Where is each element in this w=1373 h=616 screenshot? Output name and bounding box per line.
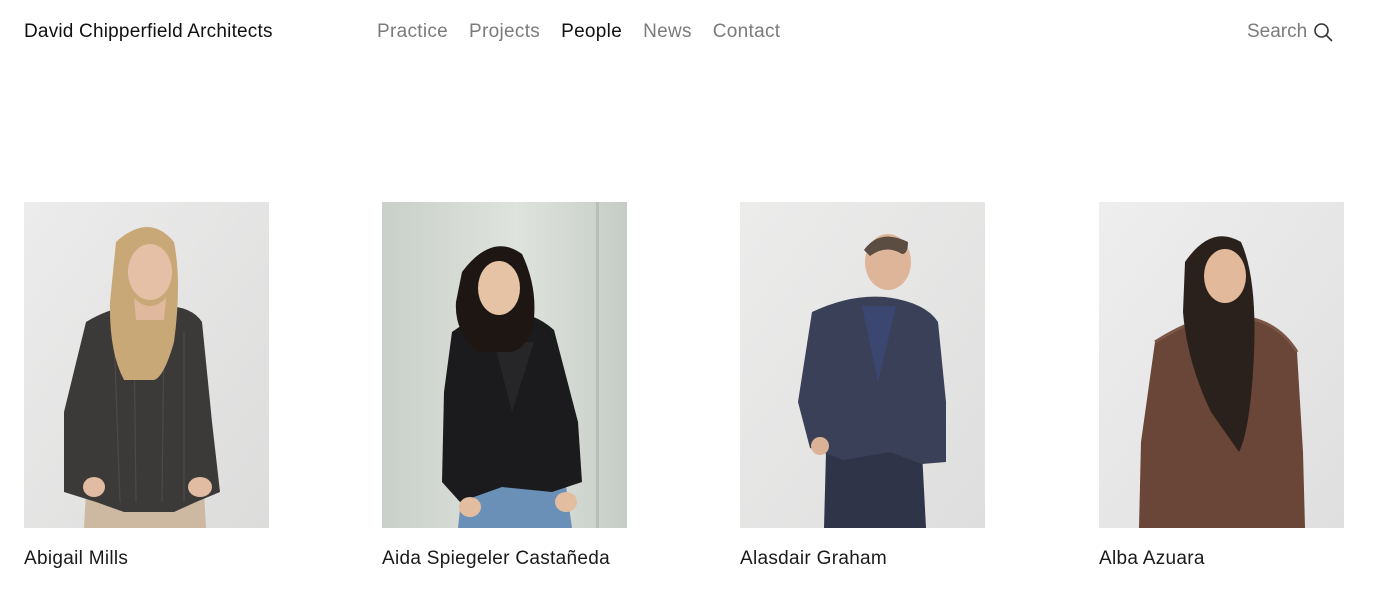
person-name[interactable]: Alasdair Graham [740, 548, 985, 570]
main-nav: Practice Projects People News Contact [377, 21, 780, 43]
person-name[interactable]: Abigail Mills [24, 548, 269, 570]
nav-item-news[interactable]: News [643, 21, 692, 43]
person-card[interactable]: Abigail Mills [24, 202, 269, 570]
search-label: Search [1247, 21, 1308, 42]
nav-item-contact[interactable]: Contact [713, 21, 781, 43]
brand-logo-link[interactable]: David Chipperfield Architects [24, 21, 273, 43]
person-photo[interactable] [740, 202, 985, 528]
person-card[interactable]: Aida Spiegeler Castañeda [382, 202, 627, 570]
person-card[interactable]: Alasdair Graham [740, 202, 985, 570]
nav-item-practice[interactable]: Practice [377, 21, 448, 43]
person-card[interactable]: Alba Azuara [1099, 202, 1344, 570]
person-photo[interactable] [382, 202, 627, 528]
site-header: David Chipperfield Architects Practice P… [0, 0, 1373, 70]
search-icon [1313, 22, 1333, 42]
person-photo[interactable] [24, 202, 269, 528]
person-photo[interactable] [1099, 202, 1344, 528]
search-button[interactable]: Search [1247, 21, 1333, 43]
person-name[interactable]: Aida Spiegeler Castañeda [382, 548, 627, 570]
nav-item-projects[interactable]: Projects [469, 21, 540, 43]
person-name[interactable]: Alba Azuara [1099, 548, 1344, 570]
nav-item-people[interactable]: People [561, 21, 622, 43]
